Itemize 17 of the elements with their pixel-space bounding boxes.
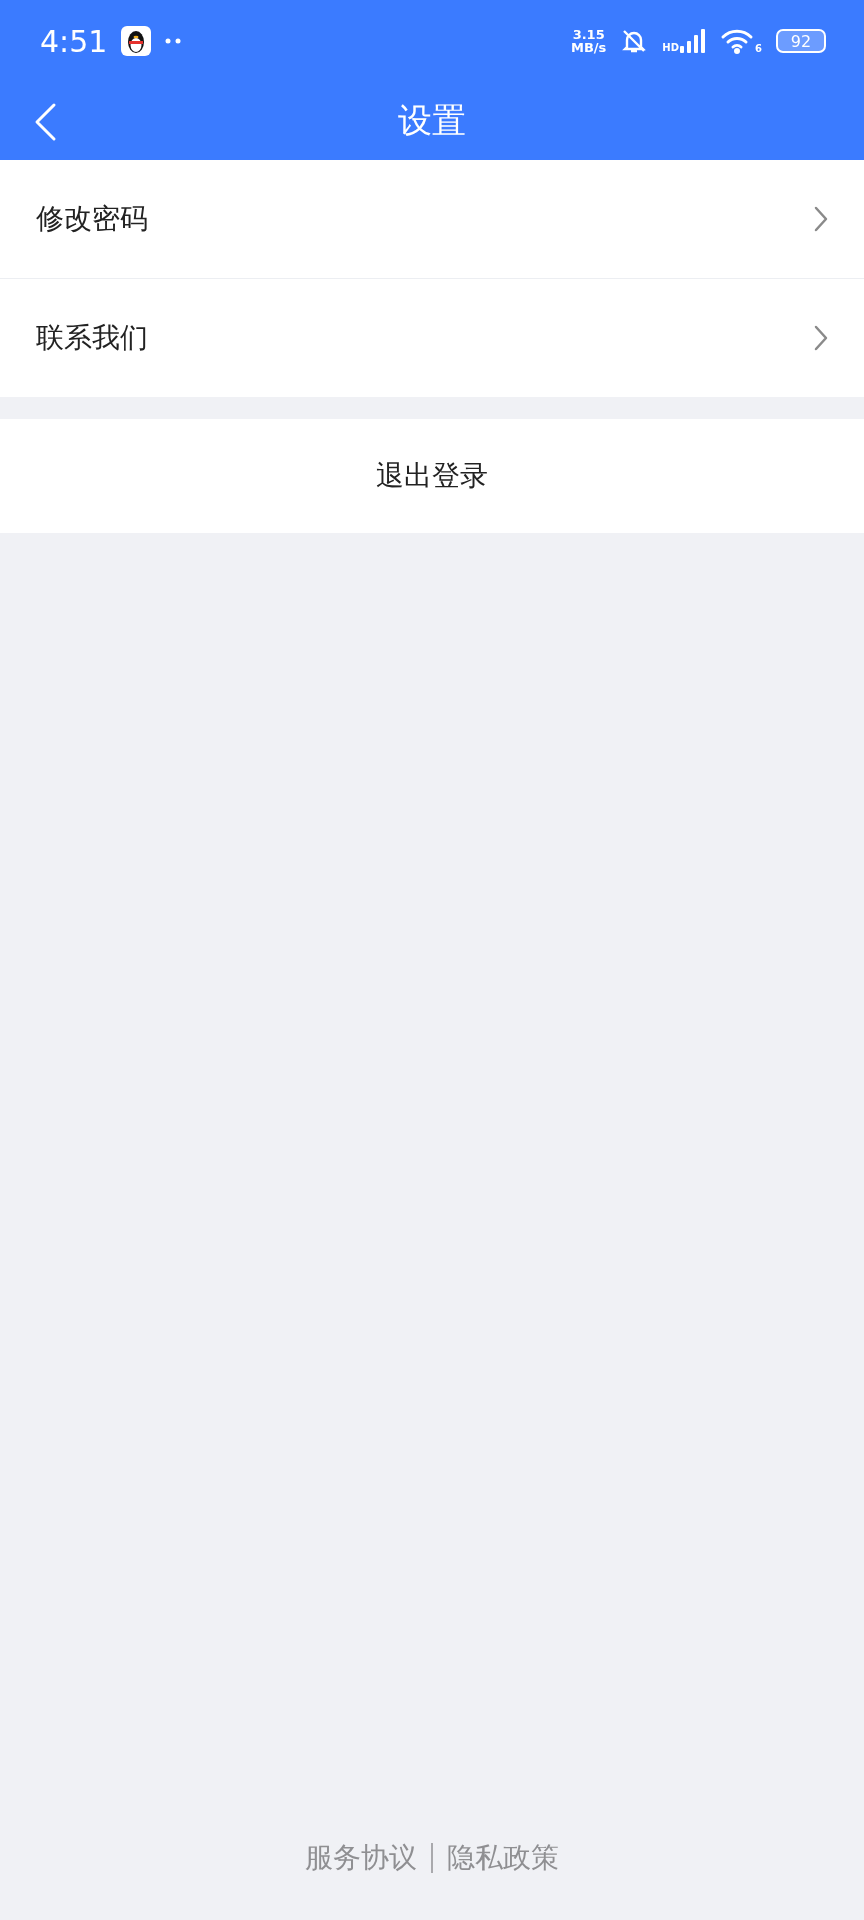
menu-row[interactable]: 联系我们 bbox=[0, 278, 864, 397]
status-time: 4:51 bbox=[40, 23, 108, 59]
battery-indicator: 92 bbox=[776, 29, 826, 53]
penguin-app-icon bbox=[121, 26, 152, 56]
logout-button[interactable]: 退出登录 bbox=[0, 419, 864, 533]
menu-label: 联系我们 bbox=[36, 320, 149, 356]
menu-label: 修改密码 bbox=[36, 201, 149, 237]
wifi-label: 6 bbox=[755, 44, 762, 54]
signal-icon bbox=[680, 29, 707, 53]
signal-label: HD bbox=[662, 43, 680, 53]
network-speed: 3.15 MB/s bbox=[571, 28, 607, 54]
more-dots-icon bbox=[165, 38, 182, 44]
page-title: 设置 bbox=[398, 99, 466, 142]
wifi-icon bbox=[720, 28, 755, 54]
chevron-right-icon bbox=[814, 325, 828, 351]
chevron-right-icon bbox=[814, 206, 828, 232]
menu-row[interactable]: 修改密码 bbox=[0, 160, 864, 278]
